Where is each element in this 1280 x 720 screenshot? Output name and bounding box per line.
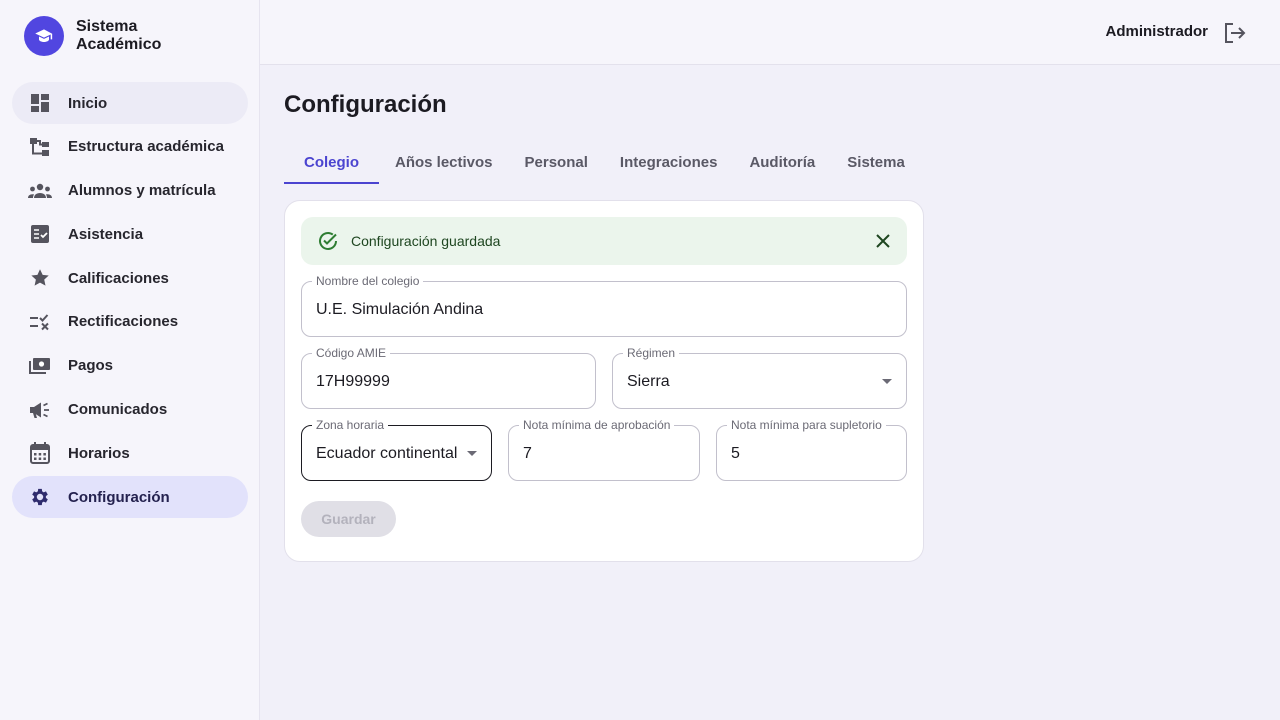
dashboard-icon	[28, 91, 52, 115]
gear-icon	[28, 485, 52, 509]
megaphone-icon	[28, 398, 52, 422]
tab-integraciones[interactable]: Integraciones	[604, 140, 734, 184]
sidebar-item-label: Asistencia	[68, 225, 144, 243]
sidebar-item-label: Comunicados	[68, 401, 168, 419]
hierarchy-icon	[28, 135, 52, 159]
school-name-field[interactable]: Nombre del colegio U.E. Simulación Andin…	[301, 273, 907, 337]
amie-code-input[interactable]: 17H99999	[316, 373, 390, 391]
min-pass-grade-input[interactable]: 7	[523, 445, 532, 463]
field-label: Código AMIE	[312, 345, 391, 361]
sidebar-item-label: Horarios	[68, 444, 130, 462]
sidebar-item-label: Configuración	[68, 488, 170, 506]
success-alert: Configuración guardada	[301, 217, 907, 265]
star-icon	[28, 266, 52, 290]
field-label: Nota mínima de aprobación	[519, 417, 675, 433]
graduation-cap-icon	[24, 16, 64, 56]
tab-personal[interactable]: Personal	[509, 140, 604, 184]
sidebar-item-asistencia[interactable]: Asistencia	[12, 213, 248, 255]
user-name: Administrador	[1105, 23, 1208, 40]
sidebar: Sistema Académico Inicio Estructura acad…	[0, 0, 260, 720]
brand[interactable]: Sistema Académico	[24, 16, 186, 56]
sidebar-item-horarios[interactable]: Horarios	[12, 432, 248, 474]
sidebar-item-rectificaciones[interactable]: Rectificaciones	[12, 301, 248, 343]
regime-value: Sierra	[627, 373, 670, 390]
field-label: Nota mínima para supletorio	[727, 417, 886, 433]
sidebar-item-estructura[interactable]: Estructura académica	[12, 126, 248, 168]
field-label: Zona horaria	[312, 417, 389, 433]
min-pass-grade-field[interactable]: Nota mínima de aprobación 7	[508, 417, 700, 481]
calendar-icon	[28, 441, 52, 465]
chevron-down-icon	[467, 451, 477, 456]
sidebar-item-label: Estructura académica	[68, 138, 224, 156]
top-bar: Administrador	[260, 0, 1280, 65]
sidebar-item-label: Pagos	[68, 357, 114, 375]
settings-card: Configuración guardada Nombre del colegi…	[284, 200, 924, 562]
regime-select[interactable]: Régimen Sierra	[612, 345, 907, 409]
sidebar-item-calificaciones[interactable]: Calificaciones	[12, 257, 248, 299]
tab-bar: Colegio Años lectivos Personal Integraci…	[284, 140, 921, 184]
sidebar-item-label: Alumnos y matrícula	[68, 182, 216, 200]
field-label: Régimen	[623, 345, 680, 361]
sidebar-item-alumnos[interactable]: Alumnos y matrícula	[12, 170, 248, 212]
close-icon[interactable]	[873, 231, 893, 251]
sidebar-nav: Inicio Estructura académica Alumnos y ma…	[12, 82, 248, 520]
rule-icon	[28, 310, 52, 334]
timezone-value: Ecuador continental	[316, 445, 458, 462]
field-label: Nombre del colegio	[312, 273, 424, 289]
sidebar-item-label: Inicio	[68, 94, 108, 112]
alert-message: Configuración guardada	[351, 233, 501, 249]
checklist-icon	[28, 222, 52, 246]
tab-anos-lectivos[interactable]: Años lectivos	[379, 140, 509, 184]
school-name-input[interactable]: U.E. Simulación Andina	[316, 301, 483, 319]
sidebar-item-configuracion[interactable]: Configuración	[12, 476, 248, 519]
min-supplementary-grade-input[interactable]: 5	[731, 445, 740, 463]
min-supplementary-grade-field[interactable]: Nota mínima para supletorio 5	[716, 417, 907, 481]
logout-icon[interactable]	[1222, 20, 1248, 46]
payments-icon	[28, 354, 52, 378]
tab-colegio[interactable]: Colegio	[284, 140, 379, 184]
sidebar-item-label: Rectificaciones	[68, 313, 179, 331]
page-title: Configuración	[284, 91, 447, 118]
sidebar-item-comunicados[interactable]: Comunicados	[12, 389, 248, 431]
brand-title: Sistema Académico	[76, 18, 162, 53]
amie-code-field[interactable]: Código AMIE 17H99999	[301, 345, 596, 409]
tab-auditoria[interactable]: Auditoría	[733, 140, 831, 184]
sidebar-item-inicio[interactable]: Inicio	[12, 82, 248, 124]
save-button[interactable]: Guardar	[301, 501, 396, 537]
tab-sistema[interactable]: Sistema	[831, 140, 921, 184]
sidebar-item-pagos[interactable]: Pagos	[12, 345, 248, 387]
people-icon	[28, 179, 52, 203]
sidebar-item-label: Calificaciones	[68, 269, 169, 287]
chevron-down-icon	[882, 379, 892, 384]
timezone-select[interactable]: Zona horaria Ecuador continental	[301, 417, 492, 481]
check-circle-icon	[317, 230, 339, 252]
